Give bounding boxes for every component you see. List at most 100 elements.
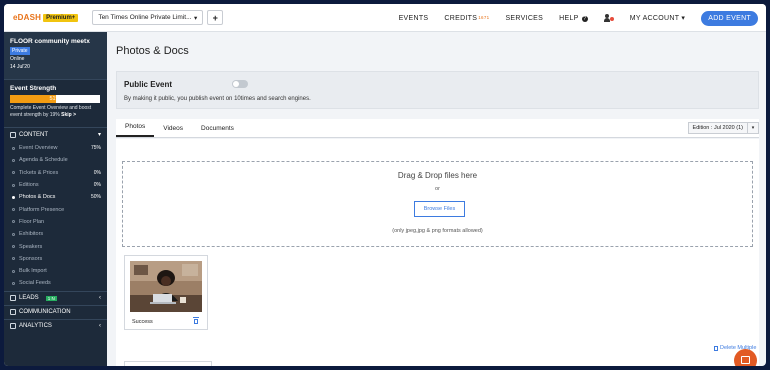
sidebar-item-label: Sponsors [19,255,43,262]
sidebar-item[interactable]: Platform Presence [4,203,107,215]
bullet-icon [12,183,15,187]
sidebar-item-left: Exhibitors [12,231,43,237]
add-event-button[interactable]: ADD EVENT [701,10,758,26]
event-strength-title: Event Strength [10,85,57,92]
sidebar-item-left: Agenda & Schedule [12,157,68,163]
browse-files-button[interactable]: Browse Files [414,201,465,217]
skip-link[interactable]: Skip > [61,112,76,118]
photo-thumbnail[interactable] [130,261,202,312]
bullet-icon [12,269,15,273]
sidebar-item-label: Bulk Import [19,268,47,275]
bullet-icon [12,257,15,261]
event-strength-note: Complete Event Overview and boost event … [10,105,101,119]
page-title: Photos & Docs [116,45,189,57]
nav-credits-label: CREDITS [444,14,478,22]
sidebar-item[interactable]: Photos & Docs 50% [4,191,107,203]
sidebar-item-label: Editions [19,182,39,189]
nav-my-account[interactable]: MY ACCOUNT ▾ [630,14,685,22]
sidebar-item-left: Platform Presence [12,207,64,213]
nav-help[interactable]: HELP ? [559,15,588,22]
chevron-down-icon: ▾ [97,132,101,138]
bullet-icon [12,208,15,212]
bullet-icon [12,146,15,150]
leads-badge: 1 N [45,295,57,301]
sidebar-item[interactable]: Social Feeds [4,277,107,289]
event-strength: Event Strength 51% Complete Event Overvi… [4,79,107,127]
sidebar-item-progress: 0% [93,182,101,189]
section-analytics[interactable]: ANALYTICS ‹ [4,318,107,333]
logo-text: eDASH [13,13,42,22]
event-strength-bar: 51% [10,95,100,103]
sidebar-item-label: Speakers [19,243,43,250]
tab-documents[interactable]: Documents [192,125,243,137]
trash-icon [714,345,718,351]
privacy-badge: Private [10,47,30,55]
photos-panel: Drag & Drop files here or Browse Files (… [116,139,759,366]
sidebar-item[interactable]: Agenda & Schedule [4,154,107,166]
file-dropzone[interactable]: Drag & Drop files here or Browse Files (… [122,161,753,247]
tab-videos[interactable]: Videos [154,125,192,137]
bullet-icon [12,220,15,224]
sidebar-item-label: Tickets & Prices [19,169,59,176]
nav-events[interactable]: EVENTS [399,15,429,22]
sidebar-item[interactable]: Speakers [4,240,107,252]
sidebar-item[interactable]: Event Overview 75% [4,142,107,154]
logo[interactable]: eDASH Premium+ [13,13,79,22]
section-communication-label: COMMUNICATION [19,309,71,316]
add-organization-button[interactable]: + [207,10,224,25]
sidebar-item-left: Editions [12,182,39,188]
chevron-left-icon: ‹ [99,295,101,302]
sidebar-item[interactable]: Sponsors [4,253,107,265]
edition-select-value: Edition : Jul 2020 (1) [692,125,743,131]
nav-help-label: HELP [559,14,579,22]
sidebar-item[interactable]: Tickets & Prices 0% [4,167,107,179]
sidebar-item[interactable]: Editions 0% [4,179,107,191]
public-event-title: Public Event [124,80,173,89]
chevron-down-icon: ▾ [194,14,198,22]
tab-photos[interactable]: Photos [116,123,155,137]
chat-widget-button[interactable] [734,349,757,366]
section-analytics-label: ANALYTICS [19,323,52,330]
sidebar-item[interactable]: Exhibitors [4,228,107,240]
chevron-down-icon: ▾ [747,122,758,134]
content-menu: Event Overview 75% Agenda & Schedule Ticket… [4,141,107,291]
photo-card[interactable] [124,361,212,366]
credits-count: 1671 [478,14,490,20]
user-icon[interactable] [603,14,614,22]
bullet-icon [12,158,15,162]
organization-select[interactable]: Ten Times Online Private Limit... ▾ [92,10,204,25]
bullet-icon [12,232,15,236]
notification-dot [609,17,614,21]
main-nav: EVENTS CREDITS1671 SERVICES HELP ? MY AC… [399,4,758,32]
chevron-left-icon: ‹ [99,323,101,330]
leads-icon [10,295,16,302]
sidebar-item-label: Event Overview [19,145,58,152]
communication-icon [10,309,16,316]
sidebar-item-left: Bulk Import [12,268,47,274]
nav-services[interactable]: SERVICES [505,15,543,22]
section-content[interactable]: CONTENT ▾ [4,127,107,141]
help-icon: ? [581,15,588,22]
sidebar-item[interactable]: Bulk Import [4,265,107,277]
sidebar-item-progress: 75% [90,145,101,152]
organization-select-value: Ten Times Online Private Limit... [98,14,192,21]
bullet-icon [12,195,15,199]
nav-credits[interactable]: CREDITS1671 [444,15,489,22]
sidebar-item-left: Speakers [12,244,42,250]
sidebar-item-label: Platform Presence [19,206,65,213]
section-communication[interactable]: COMMUNICATION [4,304,107,319]
section-leads-label: LEADS [19,295,39,302]
section-leads[interactable]: LEADS 1 N ‹ [4,290,107,305]
sidebar-item[interactable]: Floor Plan [4,216,107,228]
edition-select[interactable]: Edition : Jul 2020 (1) ▾ [687,122,759,134]
sidebar-item-label: Floor Plan [19,218,45,225]
analytics-icon [10,323,16,330]
top-bar: eDASH Premium+ Ten Times Online Private … [4,4,766,32]
event-strength-note-text: Complete Event Overview and boost event … [10,105,92,118]
sidebar-item-left: Social Feeds [12,280,51,286]
dropzone-note: (only jpeg,jpg & png formats allowed) [392,228,483,234]
photo-card[interactable]: Success [124,255,208,330]
trash-icon[interactable] [193,317,199,324]
sidebar-item-label: Agenda & Schedule [19,157,68,164]
public-event-toggle[interactable] [232,80,248,88]
